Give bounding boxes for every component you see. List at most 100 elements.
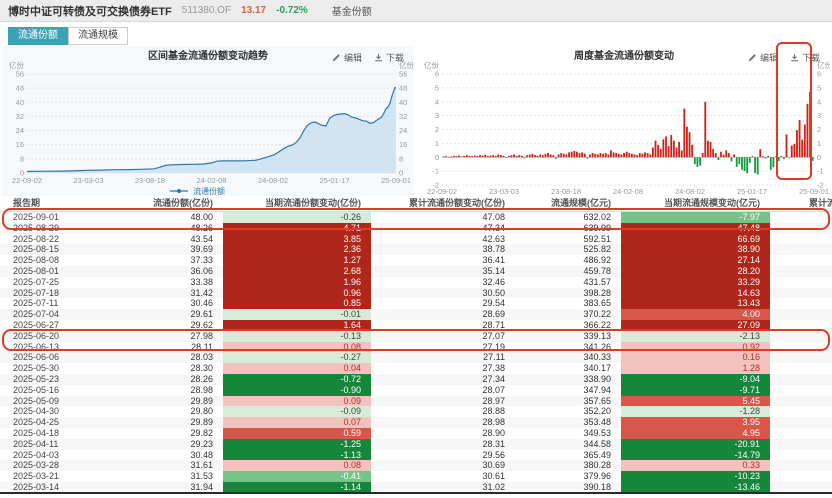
- table-row[interactable]: 2025-07-1831.420.9630.50398.2814.63387.6…: [0, 288, 832, 299]
- table-row[interactable]: 2025-04-1829.820.5928.90349.534.95338.94: [0, 428, 832, 439]
- svg-text:16: 16: [16, 140, 24, 149]
- table-row[interactable]: 2025-07-2533.381.9632.46431.5733.29420.9…: [0, 277, 832, 288]
- svg-text:16: 16: [399, 140, 407, 149]
- value-cell: 420.96: [770, 277, 832, 288]
- value-cell: 329.59: [770, 363, 832, 374]
- value-cell: 515.23: [770, 244, 832, 255]
- table-row[interactable]: 2025-08-0837.331.2736.41486.9227.14476.3…: [0, 255, 832, 266]
- table-row[interactable]: 2025-04-1129.23-1.2528.31344.58-20.91333…: [0, 439, 832, 450]
- value-cell: 347.06: [770, 396, 832, 407]
- value-cell: 0.85: [223, 298, 371, 309]
- value-cell: 66.69: [621, 234, 770, 245]
- fund-code: 511380.OF: [182, 5, 231, 16]
- tab-circulating-share[interactable]: 流通份额: [8, 27, 68, 45]
- value-cell: 352.20: [515, 406, 621, 417]
- svg-text:1: 1: [435, 139, 439, 148]
- value-cell: -1.25: [223, 439, 371, 450]
- svg-text:5: 5: [435, 83, 439, 92]
- value-cell: 33.38: [113, 277, 223, 288]
- value-cell: 379.96: [515, 471, 621, 482]
- fund-change-percent: -0.72%: [276, 5, 308, 16]
- trend-download-button[interactable]: 下载: [374, 51, 404, 64]
- value-cell: 29.54: [371, 298, 515, 309]
- value-cell: 359.63: [770, 309, 832, 320]
- download-icon: [374, 53, 383, 62]
- fund-header-bar: 博时中证可转债及可交换债券ETF 511380.OF 13.17 -0.72% …: [0, 0, 832, 22]
- value-cell: 3.95: [621, 417, 770, 428]
- fund-share-mode-label: 基金份额: [332, 3, 372, 18]
- table-row[interactable]: 2025-08-2243.543.8542.63592.5166.69581.9…: [0, 234, 832, 245]
- report-date-cell: 2025-06-06: [0, 352, 113, 363]
- value-cell: -0.41: [223, 471, 371, 482]
- table-row[interactable]: 2025-08-0136.062.6835.14459.7828.20449.1…: [0, 266, 832, 277]
- trend-edit-button[interactable]: 编辑: [332, 51, 362, 64]
- svg-text:区间基金流通份额变动趋势: 区间基金流通份额变动趋势: [148, 49, 268, 62]
- column-header: 当期流通份额变动(亿份): [223, 196, 371, 212]
- svg-text:8: 8: [20, 154, 24, 163]
- table-row[interactable]: 2025-03-2131.53-0.4130.61379.96-10.23369…: [0, 471, 832, 482]
- table-row[interactable]: 2025-06-1328.110.0827.19341.260.92330.67: [0, 342, 832, 353]
- table-row[interactable]: 2025-05-0929.890.0928.97357.655.45347.06: [0, 396, 832, 407]
- table-row[interactable]: 2025-06-2027.98-0.1327.07339.13-2.13328.…: [0, 331, 832, 342]
- table-row[interactable]: 2025-04-3029.80-0.0928.88352.20-1.28341.…: [0, 406, 832, 417]
- table-row[interactable]: 2025-07-1130.460.8529.54383.6513.43373.0…: [0, 298, 832, 309]
- svg-text:-1: -1: [817, 167, 824, 176]
- table-row[interactable]: 2025-09-0148.00-0.2647.08632.02-7.97621.…: [0, 212, 832, 223]
- report-date-cell: 2025-08-08: [0, 255, 113, 266]
- report-date-cell: 2025-06-20: [0, 331, 113, 342]
- table-row[interactable]: 2025-06-2729.621.6428.71366.2227.09355.6…: [0, 320, 832, 331]
- svg-text:5: 5: [817, 83, 821, 92]
- value-cell: 1.96: [223, 277, 371, 288]
- value-cell: 0.96: [223, 288, 371, 299]
- svg-text:48: 48: [399, 84, 407, 93]
- table-row[interactable]: 2025-06-0628.03-0.2727.11340.330.16329.7…: [0, 352, 832, 363]
- table-row[interactable]: 2025-05-2328.26-0.7227.34338.90-9.04328.…: [0, 374, 832, 385]
- value-cell: 30.69: [371, 460, 515, 471]
- value-cell: 349.53: [515, 428, 621, 439]
- value-cell: 38.90: [621, 244, 770, 255]
- svg-text:40: 40: [399, 98, 407, 107]
- weekly-chart-actions: 编辑 下载: [748, 51, 820, 64]
- value-cell: 347.94: [515, 385, 621, 396]
- value-cell: 27.14: [621, 255, 770, 266]
- value-cell: 329.75: [770, 352, 832, 363]
- value-cell: 338.94: [770, 428, 832, 439]
- weekly-chart-panel: 编辑 下载 周度基金流通份额变动亿份亿份66554433221100-1-1-2…: [418, 46, 830, 196]
- table-row[interactable]: 2025-04-2529.890.0728.98353.483.95342.89: [0, 417, 832, 428]
- table-row[interactable]: 2025-04-0330.48-1.1329.56365.49-14.79354…: [0, 450, 832, 461]
- value-cell: 28.97: [371, 396, 515, 407]
- value-cell: 370.22: [515, 309, 621, 320]
- value-cell: 28.88: [371, 406, 515, 417]
- table-row[interactable]: 2025-07-0429.61-0.0128.69370.224.00359.6…: [0, 309, 832, 320]
- column-header: 流通份额(亿份): [113, 196, 223, 212]
- value-cell: 28.98: [371, 417, 515, 428]
- value-cell: 0.07: [223, 417, 371, 428]
- weekly-download-button[interactable]: 下载: [790, 51, 820, 64]
- value-cell: 330.67: [770, 342, 832, 353]
- value-cell: -0.26: [223, 212, 371, 223]
- table-row[interactable]: 2025-03-2831.610.0830.69380.280.33369.69: [0, 460, 832, 471]
- value-cell: 38.78: [371, 244, 515, 255]
- value-cell: -0.72: [223, 374, 371, 385]
- svg-text:25-09-01: 25-09-01: [381, 176, 411, 185]
- weekly-edit-button[interactable]: 编辑: [748, 51, 778, 64]
- table-row[interactable]: 2025-05-1628.98-0.9028.07347.94-9.71337.…: [0, 385, 832, 396]
- column-header: 流通规模(亿元): [515, 196, 621, 212]
- value-cell: 387.69: [770, 288, 832, 299]
- value-cell: 28.69: [371, 309, 515, 320]
- value-cell: 342.89: [770, 417, 832, 428]
- value-cell: 0.59: [223, 428, 371, 439]
- svg-text:40: 40: [16, 98, 24, 107]
- value-cell: 30.48: [113, 450, 223, 461]
- tab-circulating-scale[interactable]: 流通规模: [68, 27, 128, 45]
- value-cell: 5.45: [621, 396, 770, 407]
- trend-download-label: 下载: [386, 51, 404, 64]
- table-row[interactable]: 2025-08-2948.264.7147.34639.9947.48629.4…: [0, 223, 832, 234]
- value-cell: 0.09: [223, 396, 371, 407]
- value-cell: 28.30: [113, 363, 223, 374]
- table-row[interactable]: 2025-08-1539.692.3638.78525.8238.90515.2…: [0, 244, 832, 255]
- table-row[interactable]: 2025-05-3028.300.0427.38340.171.28329.59: [0, 363, 832, 374]
- value-cell: -1.13: [223, 450, 371, 461]
- value-cell: 29.89: [113, 417, 223, 428]
- svg-text:23-03-03: 23-03-03: [73, 176, 103, 185]
